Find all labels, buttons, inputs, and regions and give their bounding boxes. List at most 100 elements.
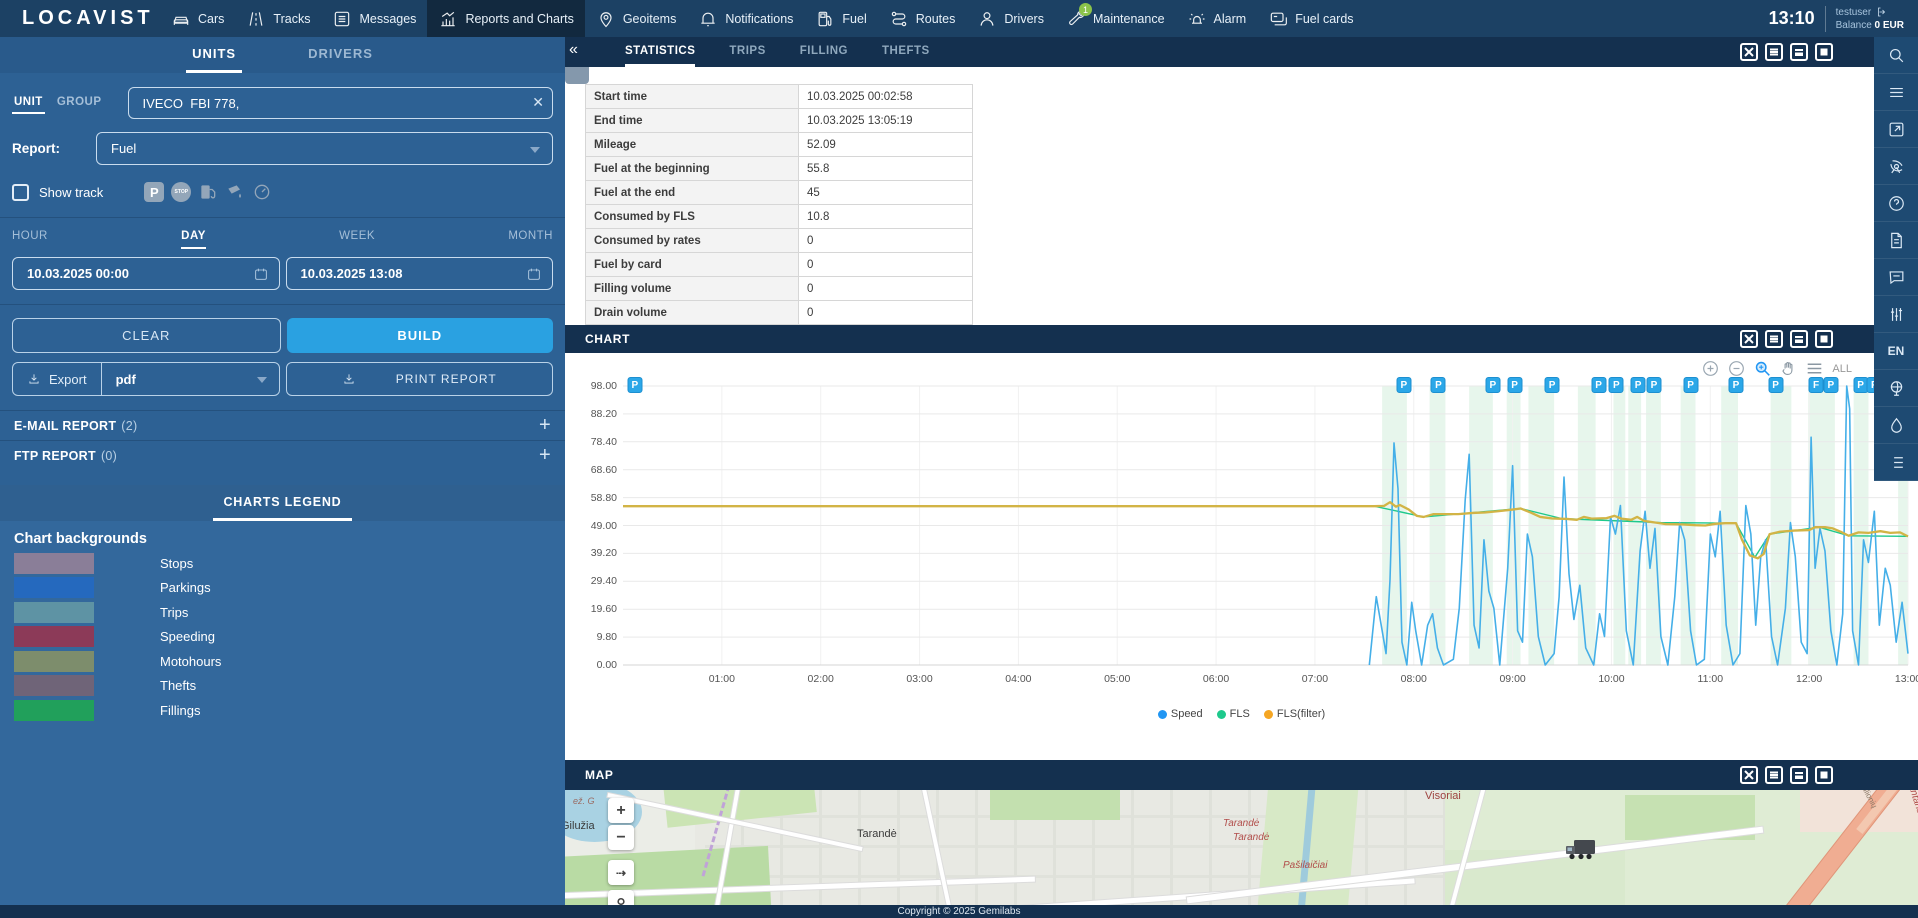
maximize-panel-icon[interactable]: [1815, 766, 1833, 784]
rows-view-icon[interactable]: [1765, 330, 1783, 348]
close-panel-icon[interactable]: [1740, 43, 1758, 61]
unit-input[interactable]: [128, 87, 553, 119]
parking-marker-badge[interactable]: P: [1768, 377, 1783, 393]
parking-marker-badge[interactable]: P: [1609, 377, 1624, 393]
language-button[interactable]: EN: [1874, 333, 1918, 370]
nav-item-messages[interactable]: Messages: [321, 0, 427, 37]
document-icon[interactable]: [1874, 222, 1918, 259]
map-measure-button[interactable]: ⚲: [608, 890, 634, 905]
tab-thefts[interactable]: THEFTS: [882, 37, 930, 67]
period-tab-week[interactable]: WEEK: [339, 230, 375, 249]
maximize-panel-icon[interactable]: [1815, 330, 1833, 348]
filling-marker-icon[interactable]: [197, 181, 219, 203]
parking-marker-badge[interactable]: P: [1485, 377, 1500, 393]
chart-plot-area[interactable]: 98.0088.2078.4068.6058.8049.0039.2029.40…: [623, 386, 1908, 665]
nav-item-reports-and-charts[interactable]: Reports and Charts: [427, 0, 584, 37]
calendar-icon[interactable]: [526, 266, 542, 282]
tab-filling[interactable]: FILLING: [800, 37, 848, 67]
map-zoom-in-button[interactable]: +: [608, 798, 634, 823]
nav-item-drivers[interactable]: Drivers: [966, 0, 1055, 37]
nav-item-cars[interactable]: Cars: [160, 0, 235, 37]
nav-item-fuel-cards[interactable]: Fuel cards: [1257, 0, 1364, 37]
map-zoom-out-button[interactable]: −: [608, 825, 634, 850]
chart-legend-item[interactable]: FLS(filter): [1264, 708, 1325, 720]
map-canvas[interactable]: + − ⇢ ⚲ ež. GGilužiaTarandėTarandėTarand…: [565, 790, 1918, 905]
date-from-field[interactable]: [12, 257, 280, 290]
parking-marker-badge[interactable]: P: [1683, 377, 1698, 393]
build-button[interactable]: BUILD: [287, 318, 554, 353]
close-panel-icon[interactable]: [1740, 330, 1758, 348]
clear-unit-icon[interactable]: ✕: [532, 94, 544, 111]
collapse-sidebar-icon[interactable]: «: [569, 41, 578, 59]
tasks-list-icon[interactable]: [1874, 444, 1918, 481]
stop-marker-icon[interactable]: STOP: [170, 181, 192, 203]
ftp-report-accordion[interactable]: FTP REPORT (0) +: [0, 440, 565, 470]
rows-view-icon[interactable]: [1765, 43, 1783, 61]
vehicle-truck-marker[interactable]: [1565, 838, 1597, 862]
period-tab-month[interactable]: MONTH: [508, 230, 553, 249]
parking-marker-badge[interactable]: P: [627, 377, 642, 393]
pan-hand-icon[interactable]: [1780, 360, 1797, 377]
chart-legend-item[interactable]: FLS: [1217, 708, 1250, 720]
nav-item-maintenance[interactable]: 1 Maintenance: [1055, 0, 1176, 37]
parking-marker-badge[interactable]: P: [1545, 377, 1560, 393]
parking-marker-badge[interactable]: P: [1646, 377, 1661, 393]
date-to-field[interactable]: [286, 257, 554, 290]
period-tab-hour[interactable]: HOUR: [12, 230, 48, 249]
parking-marker-badge[interactable]: P: [1507, 377, 1522, 393]
nav-item-tracks[interactable]: Tracks: [235, 0, 321, 37]
clear-button[interactable]: CLEAR: [12, 318, 281, 353]
zoom-select-icon[interactable]: [1754, 360, 1771, 377]
panel-drag-handle[interactable]: [565, 67, 589, 84]
tab-charts-legend[interactable]: CHARTS LEGEND: [213, 485, 351, 521]
speedometer-marker-icon[interactable]: [251, 181, 273, 203]
chart-legend-item[interactable]: Speed: [1158, 708, 1203, 720]
split-view-icon[interactable]: [1790, 43, 1808, 61]
parking-marker-icon[interactable]: P: [143, 181, 165, 203]
add-email-report-button[interactable]: +: [539, 414, 551, 437]
split-view-icon[interactable]: [1790, 766, 1808, 784]
nav-item-fuel[interactable]: Fuel: [804, 0, 877, 37]
parking-marker-badge[interactable]: P: [1396, 377, 1411, 393]
map-follow-button[interactable]: ⇢: [608, 860, 634, 885]
parking-marker-badge[interactable]: P: [1431, 377, 1446, 393]
show-track-checkbox[interactable]: [12, 184, 29, 201]
help-icon[interactable]: [1874, 185, 1918, 222]
calendar-icon[interactable]: [253, 266, 269, 282]
email-report-accordion[interactable]: E-MAIL REPORT (2) +: [0, 410, 565, 440]
date-from-input[interactable]: [27, 266, 253, 281]
logout-icon[interactable]: [1876, 6, 1888, 18]
period-tab-day[interactable]: DAY: [181, 230, 206, 249]
rows-view-icon[interactable]: [1765, 766, 1783, 784]
search-icon[interactable]: [1874, 37, 1918, 74]
zoom-out-circle-icon[interactable]: [1728, 360, 1745, 377]
nav-item-alarm[interactable]: Alarm: [1176, 0, 1258, 37]
parking-marker-badge[interactable]: P: [1823, 377, 1838, 393]
tab-units[interactable]: UNITS: [186, 37, 242, 73]
zoom-in-circle-icon[interactable]: [1702, 360, 1719, 377]
parking-marker-badge[interactable]: P: [1631, 377, 1646, 393]
parking-marker-badge[interactable]: P: [1591, 377, 1606, 393]
show-all-button[interactable]: ALL: [1832, 363, 1852, 375]
nav-item-routes[interactable]: Routes: [878, 0, 967, 37]
report-select[interactable]: Fuel: [96, 132, 553, 165]
tab-drivers[interactable]: DRIVERS: [302, 37, 379, 73]
open-window-icon[interactable]: [1874, 111, 1918, 148]
chat-icon[interactable]: [1874, 259, 1918, 296]
print-report-button[interactable]: PRINT REPORT: [286, 362, 554, 396]
filling-marker-badge[interactable]: F: [1809, 377, 1824, 393]
split-view-icon[interactable]: [1790, 330, 1808, 348]
tab-unit[interactable]: UNIT: [12, 92, 45, 114]
export-format-select[interactable]: pdf: [102, 363, 279, 395]
tab-statistics[interactable]: STATISTICS: [625, 37, 695, 67]
drain-marker-icon[interactable]: [224, 181, 246, 203]
satellite-icon[interactable]: [1874, 148, 1918, 185]
nav-item-notifications[interactable]: Notifications: [687, 0, 804, 37]
globe-icon[interactable]: [1874, 370, 1918, 407]
add-ftp-report-button[interactable]: +: [539, 444, 551, 467]
filters-icon[interactable]: [1874, 296, 1918, 333]
date-to-input[interactable]: [301, 266, 527, 281]
export-button[interactable]: Export: [13, 363, 102, 395]
chart-menu-icon[interactable]: [1806, 360, 1823, 377]
parking-marker-badge[interactable]: P: [1853, 377, 1868, 393]
